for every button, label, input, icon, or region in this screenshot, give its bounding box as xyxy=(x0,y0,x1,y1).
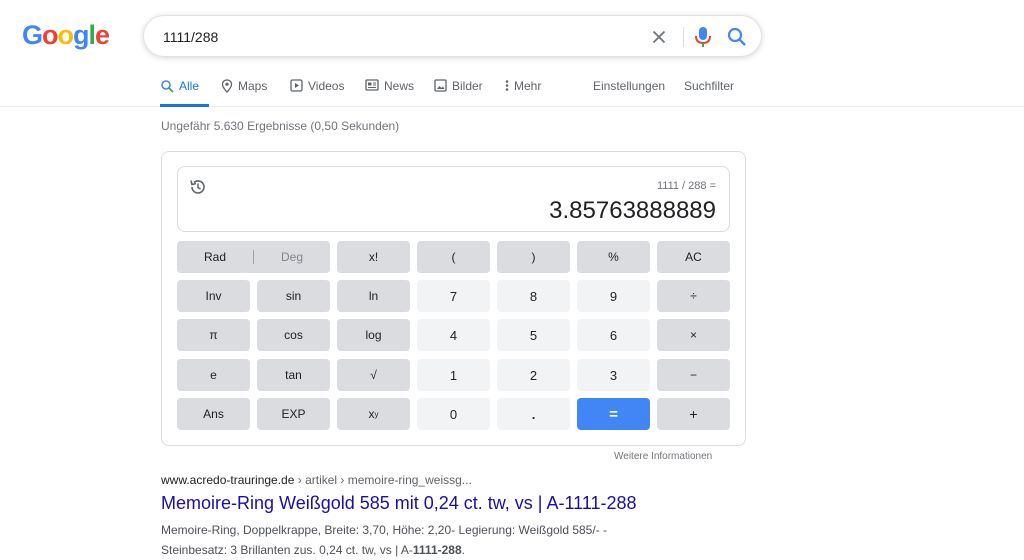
inverse-button[interactable]: Inv xyxy=(177,280,250,312)
snippet-end: . xyxy=(461,543,465,557)
logo-letter-o1: o xyxy=(42,20,58,50)
snippet-text: Steinbesatz: 3 Brillanten zus. 0,24 ct. … xyxy=(161,543,413,557)
digit-2-button[interactable]: 2 xyxy=(497,359,570,391)
power-button[interactable]: xy xyxy=(337,398,410,430)
snippet-line-2: Steinbesatz: 3 Brillanten zus. 0,24 ct. … xyxy=(161,540,641,560)
newspaper-icon xyxy=(365,79,379,91)
right-paren-button[interactable]: ) xyxy=(497,241,570,273)
search-box xyxy=(143,15,762,57)
minus-button[interactable]: − xyxy=(657,359,730,391)
tab-videos[interactable]: Videos xyxy=(290,79,344,107)
search-tabs: Alle Maps Videos News Bilder Mehr Einste… xyxy=(0,70,1024,107)
logo-letter-e: e xyxy=(95,20,110,50)
tab-label: News xyxy=(384,79,415,93)
tab-bilder[interactable]: Bilder xyxy=(434,79,483,107)
digit-3-button[interactable]: 3 xyxy=(577,359,650,391)
deg-button[interactable]: Deg xyxy=(254,250,330,264)
settings-link[interactable]: Einstellungen xyxy=(593,79,665,107)
result-breadcrumb: › artikel › memoire-ring_weissg... xyxy=(294,473,472,487)
digit-0-button[interactable]: 0 xyxy=(417,398,490,430)
all-clear-button[interactable]: AC xyxy=(657,241,730,273)
calculator-expression: 1111 / 288 = xyxy=(656,180,716,192)
pi-button[interactable]: π xyxy=(177,319,250,351)
digit-8-button[interactable]: 8 xyxy=(497,280,570,312)
tab-label: Videos xyxy=(308,79,345,93)
log-button[interactable]: log xyxy=(337,319,410,351)
search-filter-link[interactable]: Suchfilter xyxy=(684,79,734,107)
divide-button[interactable]: ÷ xyxy=(657,280,730,312)
result-stats: Ungefähr 5.630 Ergebnisse (0,50 Sekunden… xyxy=(161,119,400,133)
digit-5-button[interactable]: 5 xyxy=(497,319,570,351)
tan-button[interactable]: tan xyxy=(257,359,330,391)
tab-label: Alle xyxy=(179,79,200,93)
digit-7-button[interactable]: 7 xyxy=(417,280,490,312)
decimal-button[interactable]: . xyxy=(497,398,570,430)
result-domain: www.acredo-trauringe.de xyxy=(161,473,295,487)
cos-button[interactable]: cos xyxy=(257,319,330,351)
logo-letter-g2: g xyxy=(73,20,89,50)
logo-letter-o2: o xyxy=(57,20,74,50)
tab-mehr[interactable]: Mehr xyxy=(505,79,541,107)
search-input[interactable] xyxy=(163,26,633,48)
play-icon xyxy=(290,79,303,92)
equals-button[interactable]: = xyxy=(577,398,650,430)
microphone-icon[interactable] xyxy=(692,25,714,49)
tab-label: Maps xyxy=(238,79,268,93)
tab-alle[interactable]: Alle xyxy=(160,79,209,107)
logo-letter-g: G xyxy=(22,20,43,50)
snippet-highlight: 1111-288 xyxy=(412,543,462,557)
more-info-link[interactable]: Weitere Informationen xyxy=(614,451,712,462)
tab-maps[interactable]: Maps xyxy=(221,79,267,107)
calculator-result: 3.85763888889 xyxy=(549,197,716,224)
left-paren-button[interactable]: ( xyxy=(417,241,490,273)
percent-button[interactable]: % xyxy=(577,241,650,273)
tab-label: Mehr xyxy=(514,79,542,93)
calculator-widget: 1111 / 288 = 3.85763888889 Rad Deg x! ( … xyxy=(161,151,746,446)
sin-button[interactable]: sin xyxy=(257,280,330,312)
exp-button[interactable]: EXP xyxy=(257,398,330,430)
rad-deg-toggle[interactable]: Rad Deg xyxy=(177,241,330,273)
search-divider xyxy=(683,27,684,47)
snippet-line-1: Memoire-Ring, Doppelkrappe, Breite: 3,70… xyxy=(161,523,608,537)
result-url[interactable]: www.acredo-trauringe.de › artikel › memo… xyxy=(161,473,472,487)
plus-button[interactable]: + xyxy=(657,398,730,430)
sqrt-button[interactable]: √ xyxy=(337,359,410,391)
search-icon xyxy=(161,80,174,93)
ln-button[interactable]: ln xyxy=(337,280,410,312)
more-vert-icon xyxy=(505,80,509,91)
result-title-link[interactable]: Memoire-Ring Weißgold 585 mit 0,24 ct. t… xyxy=(161,493,637,514)
google-logo[interactable]: Google xyxy=(22,20,110,51)
history-icon[interactable] xyxy=(188,177,208,197)
digit-6-button[interactable]: 6 xyxy=(577,319,650,351)
factorial-button[interactable]: x! xyxy=(337,241,410,273)
image-icon xyxy=(434,79,447,92)
close-icon[interactable] xyxy=(648,26,670,48)
tab-label: Bilder xyxy=(452,79,483,93)
ans-button[interactable]: Ans xyxy=(177,398,250,430)
multiply-button[interactable]: × xyxy=(657,319,730,351)
map-pin-icon xyxy=(221,79,233,93)
digit-9-button[interactable]: 9 xyxy=(577,280,650,312)
e-button[interactable]: e xyxy=(177,359,250,391)
digit-1-button[interactable]: 1 xyxy=(417,359,490,391)
calculator-display: 1111 / 288 = 3.85763888889 xyxy=(177,166,730,232)
result-snippet: Memoire-Ring, Doppelkrappe, Breite: 3,70… xyxy=(161,520,641,560)
digit-4-button[interactable]: 4 xyxy=(417,319,490,351)
search-icon[interactable] xyxy=(725,25,749,49)
tab-news[interactable]: News xyxy=(365,79,414,107)
rad-button[interactable]: Rad xyxy=(177,250,253,264)
